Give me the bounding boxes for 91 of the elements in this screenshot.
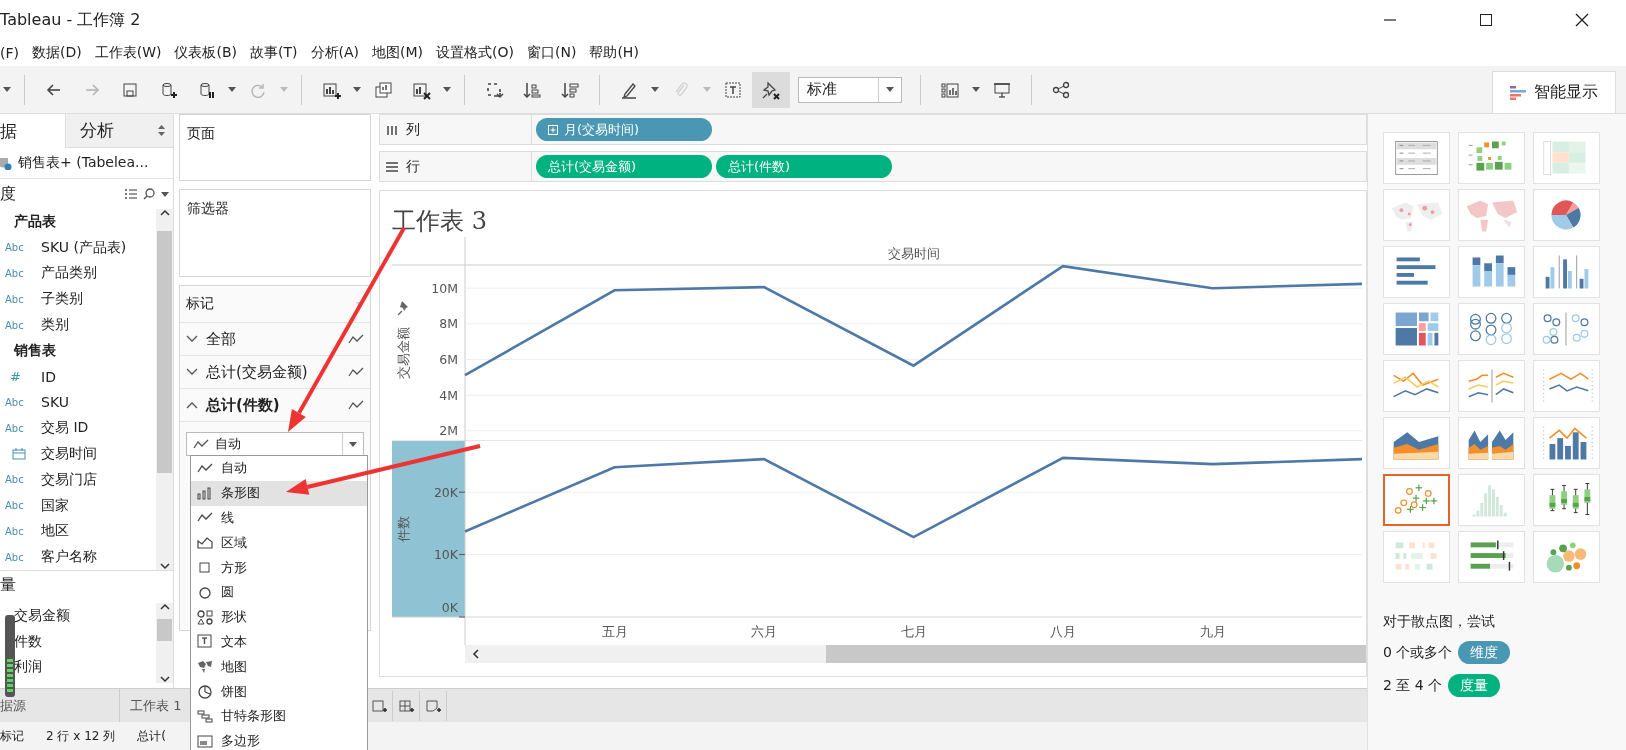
tick-label: 6M <box>439 352 458 367</box>
tick-label: 0K <box>441 600 458 615</box>
show-me-tab[interactable]: 智能显示 <box>1492 71 1616 113</box>
tick-label: 九月 <box>1199 624 1226 639</box>
menu-item[interactable]: 区域 <box>191 530 367 556</box>
menu-item[interactable]: 设置格式(O) <box>436 44 514 62</box>
filters-shelf[interactable]: 筛选器 <box>179 189 371 277</box>
menu-item[interactable]: 线 <box>191 505 367 531</box>
type-icon: Abc <box>5 474 41 486</box>
type-icon: Abc <box>5 293 41 305</box>
tick-label: 八月 <box>1050 624 1076 639</box>
menu-item[interactable]: 文本 <box>191 629 367 655</box>
menu-item[interactable]: 工作表(W) <box>94 44 162 62</box>
menu-item[interactable]: 帮助(H) <box>589 44 639 62</box>
field-name[interactable]: 交易门店 <box>41 470 97 489</box>
window-title: Tableau - 工作簿 2 <box>0 9 141 31</box>
type-icon: Abc <box>5 500 41 512</box>
status-text: 标记 <box>0 727 24 745</box>
sheet-title: 工作表 3 <box>392 206 488 237</box>
datasource-name[interactable]: 销售表+ (Tabelea... <box>18 154 149 172</box>
status-text: 2 行 x 12 列 <box>46 727 116 745</box>
tick-label: 10K <box>433 547 458 563</box>
mark-type-dropdown[interactable]: 自动 <box>186 432 364 456</box>
field-name[interactable]: 类别 <box>41 316 69 335</box>
table-name[interactable]: 产品表 <box>0 209 156 235</box>
status-text: 总计( <box>137 727 166 745</box>
menu-item[interactable]: 多边形 <box>191 728 367 750</box>
field-type-badge: 度量 <box>1448 674 1501 697</box>
type-icon: Abc <box>5 525 41 537</box>
menu-item[interactable]: 窗口(N) <box>527 44 577 62</box>
shelf-title: 标记 <box>186 295 214 313</box>
shelf-title: 筛选器 <box>186 199 230 218</box>
shelf-title: 列 <box>406 120 420 139</box>
menu-item[interactable]: 仪表板(B) <box>174 44 237 62</box>
tick-label: 2M <box>439 423 458 439</box>
type-icon: Abc <box>5 551 41 563</box>
tick-label: 4M <box>439 387 458 403</box>
field-name[interactable]: 件数 <box>0 628 156 655</box>
hint-text: 对于散点图，尝试 <box>1383 613 1496 631</box>
menu-item[interactable]: 地图 <box>191 654 367 680</box>
field-name[interactable]: 交易金额 <box>0 603 156 629</box>
field-name[interactable]: 交易 ID <box>41 419 89 438</box>
field-name[interactable]: 交易时间 <box>41 445 97 464</box>
section-header: 量 <box>0 574 16 596</box>
axis-title: 交易金额 <box>396 327 411 379</box>
type-icon: Abc <box>5 268 41 279</box>
fit-dropdown[interactable]: 标准 <box>798 76 902 103</box>
field-name[interactable]: 子类别 <box>41 290 83 309</box>
field-name[interactable]: 地区 <box>41 522 69 541</box>
menu-item[interactable]: 条形图 <box>191 480 367 506</box>
tick-label: 五月 <box>601 624 628 639</box>
type-icon: # <box>5 369 41 385</box>
menu-item[interactable]: 地图(M) <box>372 44 424 62</box>
axis-title: 交易时间 <box>887 246 940 261</box>
tick-label: 20K <box>433 484 458 500</box>
menu-item[interactable]: 数据(D) <box>32 44 82 62</box>
menu-item[interactable]: 方形 <box>191 555 367 580</box>
axis-title: 件数 <box>396 516 411 542</box>
type-icon: Abc <box>5 242 41 254</box>
tick-label: 10M <box>431 280 458 296</box>
type-icon: Abc <box>5 319 41 331</box>
columns-shelf[interactable]: 列 月(交易时间) <box>379 114 1367 145</box>
type-icon: Abc <box>5 396 41 408</box>
field-type-badge: 维度 <box>1458 641 1511 664</box>
requirement-text: 2 至 4 个 <box>1383 676 1443 695</box>
field-name[interactable]: 利润 <box>0 654 156 681</box>
tick-label: 8M <box>439 316 458 332</box>
menu-item[interactable]: 圆 <box>191 580 367 605</box>
field-name[interactable]: 产品类别 <box>41 264 97 283</box>
field-name[interactable]: 国家 <box>41 496 69 515</box>
field-name[interactable]: SKU <box>41 394 69 411</box>
menu-item[interactable]: 饼图 <box>191 679 367 704</box>
menu-item[interactable]: 故事(T) <box>250 44 298 62</box>
section-header: 度 <box>0 183 16 205</box>
menu-item[interactable]: 形状 <box>191 604 367 630</box>
table-name[interactable]: 销售表 <box>0 338 156 364</box>
field-name[interactable]: 客户名称 <box>41 548 97 567</box>
field-name[interactable]: SKU (产品表) <box>41 238 127 257</box>
type-icon: Abc <box>5 422 41 434</box>
shelf-title: 行 <box>406 157 420 176</box>
field-name[interactable]: ID <box>41 368 56 385</box>
requirement-text: 0 个或多个 <box>1383 643 1453 662</box>
pane-tab[interactable]: 分析 <box>65 114 173 148</box>
shelf-title: 页面 <box>186 124 216 143</box>
menu-item[interactable]: 自动 <box>191 456 367 481</box>
menu-item[interactable]: 分析(A) <box>310 44 359 62</box>
pages-shelf[interactable]: 页面 <box>179 114 371 181</box>
menu-item[interactable]: 甘特条形图 <box>191 703 367 729</box>
menu-item[interactable]: (F) <box>0 45 19 61</box>
tick-label: 七月 <box>900 624 927 639</box>
tick-label: 六月 <box>751 624 777 639</box>
